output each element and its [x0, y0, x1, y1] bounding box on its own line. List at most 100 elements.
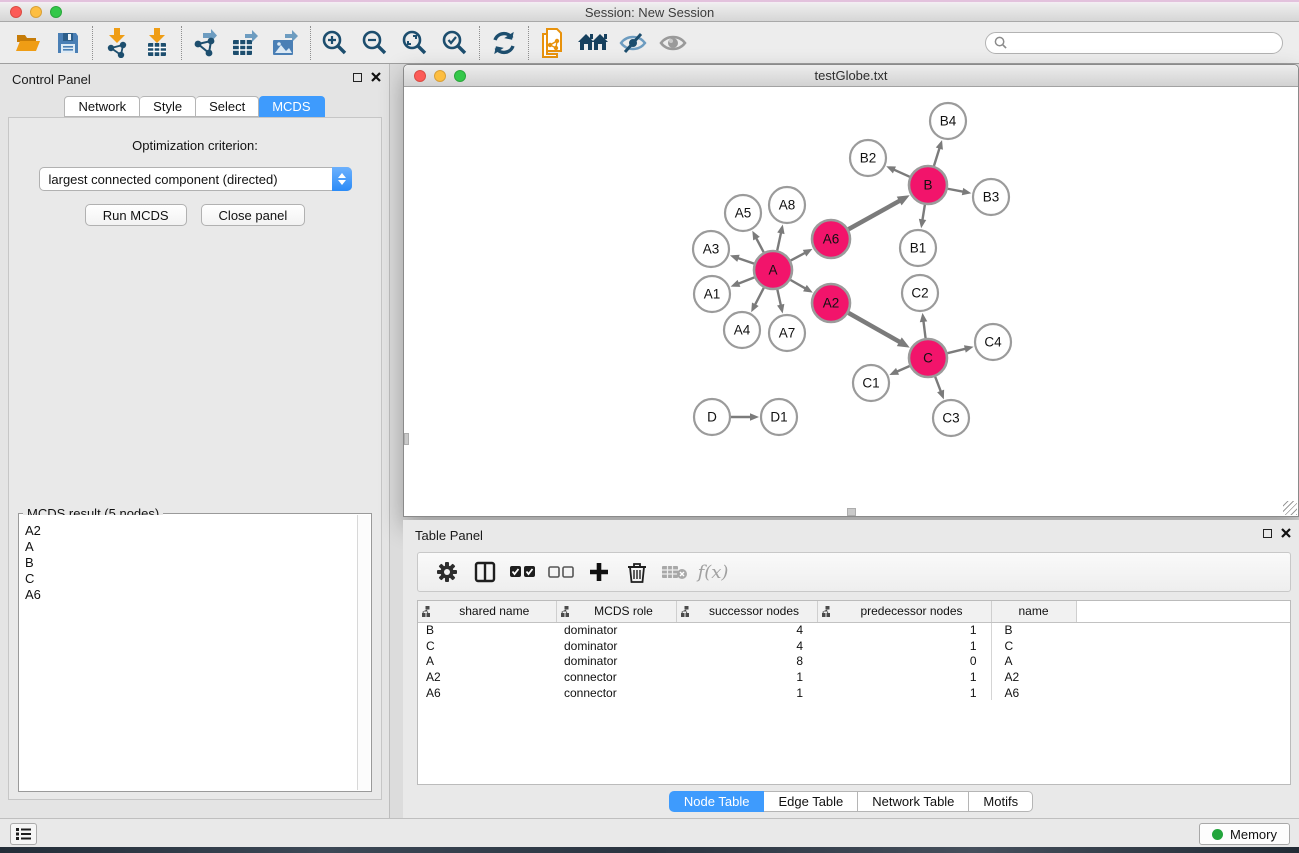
run-mcds-button[interactable]: Run MCDS: [85, 204, 187, 226]
save-session-icon[interactable]: [48, 25, 88, 61]
column-header-predecessor-nodes[interactable]: predecessor nodes: [817, 601, 991, 622]
select-all-checks-icon[interactable]: [504, 555, 542, 589]
table-row[interactable]: A6connector11A6: [418, 685, 1290, 701]
tab-network-table[interactable]: Network Table: [858, 791, 969, 812]
column-header-shared-name[interactable]: shared name: [418, 601, 556, 622]
tab-style[interactable]: Style: [140, 96, 196, 117]
result-item[interactable]: B: [20, 555, 357, 571]
tab-motifs[interactable]: Motifs: [969, 791, 1033, 812]
edge-A2-C[interactable]: [848, 313, 901, 343]
cell: 1: [676, 685, 817, 701]
network-window-title: testGlobe.txt: [404, 68, 1298, 83]
add-row-icon[interactable]: [580, 555, 618, 589]
table-toolbar: f(x): [417, 552, 1291, 592]
home-pair-icon[interactable]: [573, 25, 613, 61]
mcds-result-list[interactable]: A2ABCA6: [20, 515, 357, 790]
deselect-all-icon[interactable]: [542, 555, 580, 589]
settings-gear-icon[interactable]: [428, 555, 466, 589]
criterion-dropdown[interactable]: largest connected component (directed): [39, 167, 352, 191]
edge-A-A7[interactable]: [777, 290, 781, 307]
zoom-selected-icon[interactable]: [435, 25, 475, 61]
edge-A-A2[interactable]: [790, 280, 806, 289]
show-details-icon[interactable]: [653, 25, 693, 61]
column-header-successor-nodes[interactable]: successor nodes: [676, 601, 817, 622]
window-resize-grip[interactable]: [1283, 501, 1297, 515]
arrowhead: [964, 345, 974, 352]
edge-C-C2[interactable]: [923, 320, 925, 338]
edge-A-A8[interactable]: [777, 231, 781, 250]
cell: dominator: [556, 638, 676, 654]
result-scrollbar[interactable]: [357, 515, 370, 790]
result-item[interactable]: A: [20, 539, 357, 555]
task-history-button[interactable]: [10, 823, 37, 845]
delete-table-icon: [656, 555, 694, 589]
result-item[interactable]: A6: [20, 587, 357, 603]
table-row[interactable]: A2connector11A2: [418, 669, 1290, 685]
import-network-icon[interactable]: [97, 25, 137, 61]
arrowhead: [731, 280, 741, 287]
edge-C-C4[interactable]: [947, 348, 966, 353]
zoom-in-icon[interactable]: [315, 25, 355, 61]
network-canvas[interactable]: AA1A2A3A4A5A6A7A8BB1B2B3B4CC1C2C3C4DD1: [404, 88, 1298, 516]
float-table-panel-icon[interactable]: [1263, 529, 1272, 538]
control-panel: Control Panel NetworkStyleSelectMCDS Opt…: [0, 64, 390, 818]
edge-C-C1[interactable]: [896, 366, 910, 372]
edge-A6-B[interactable]: [848, 200, 900, 229]
float-panel-icon[interactable]: [353, 73, 362, 82]
tab-select[interactable]: Select: [196, 96, 259, 117]
column-header-MCDS-role[interactable]: MCDS role: [556, 601, 676, 622]
cell: connector: [556, 685, 676, 701]
zoom-fit-icon[interactable]: [395, 25, 435, 61]
edge-B-B1[interactable]: [922, 205, 925, 222]
close-panel-button[interactable]: Close panel: [201, 204, 306, 226]
close-table-panel-icon[interactable]: [1281, 528, 1291, 538]
result-item[interactable]: A2: [20, 523, 357, 539]
memory-button[interactable]: Memory: [1199, 823, 1290, 845]
network-hscroll-thumb[interactable]: [847, 508, 856, 516]
edge-A-A5[interactable]: [756, 237, 764, 252]
table-row[interactable]: Cdominator41C: [418, 638, 1290, 654]
table-row[interactable]: Bdominator41B: [418, 622, 1290, 638]
search-input[interactable]: [1012, 36, 1274, 50]
node-label-A2: A2: [823, 296, 840, 311]
apply-layout-icon[interactable]: [484, 25, 524, 61]
edge-B-B2[interactable]: [893, 169, 910, 177]
result-item[interactable]: C: [20, 571, 357, 587]
titlebar: Session: New Session: [0, 0, 1299, 22]
tab-edge-table[interactable]: Edge Table: [764, 791, 858, 812]
column-header-name[interactable]: name: [991, 601, 1076, 622]
node-label-A7: A7: [779, 326, 796, 341]
export-image-icon[interactable]: [266, 25, 306, 61]
edge-B-B4[interactable]: [934, 147, 940, 166]
export-table-icon[interactable]: [226, 25, 266, 61]
node-table: shared name MCDS role successor nodes pr…: [417, 600, 1291, 785]
export-network-icon[interactable]: [186, 25, 226, 61]
edge-A-A6[interactable]: [791, 252, 807, 260]
columns-icon[interactable]: [466, 555, 504, 589]
tab-mcds[interactable]: MCDS: [259, 96, 324, 117]
hide-details-icon[interactable]: [613, 25, 653, 61]
edge-A-A1[interactable]: [737, 277, 754, 284]
edge-B-B3[interactable]: [948, 189, 965, 192]
search-field[interactable]: [985, 32, 1283, 54]
tab-node-table[interactable]: Node Table: [669, 791, 765, 812]
cell: 4: [676, 638, 817, 654]
edge-A-A3[interactable]: [737, 258, 754, 264]
edge-A-A4[interactable]: [754, 288, 763, 306]
edge-C-C3[interactable]: [935, 377, 941, 393]
memory-status-icon: [1212, 829, 1223, 840]
delete-row-icon[interactable]: [618, 555, 656, 589]
search-icon: [994, 36, 1007, 49]
close-panel-icon[interactable]: [371, 72, 381, 82]
zoom-out-icon[interactable]: [355, 25, 395, 61]
network-vscroll-thumb[interactable]: [404, 433, 409, 445]
control-panel-tabs: NetworkStyleSelectMCDS: [0, 96, 389, 117]
tab-network[interactable]: Network: [64, 96, 140, 117]
import-table-icon[interactable]: [137, 25, 177, 61]
cell: 0: [817, 653, 991, 669]
table-row[interactable]: Adominator80A: [418, 653, 1290, 669]
open-file-icon[interactable]: [8, 25, 48, 61]
ndex-networks-icon[interactable]: [533, 25, 573, 61]
mcds-result-box: MCDS result (5 nodes) A2ABCA6: [18, 513, 372, 792]
cell: 1: [817, 638, 991, 654]
